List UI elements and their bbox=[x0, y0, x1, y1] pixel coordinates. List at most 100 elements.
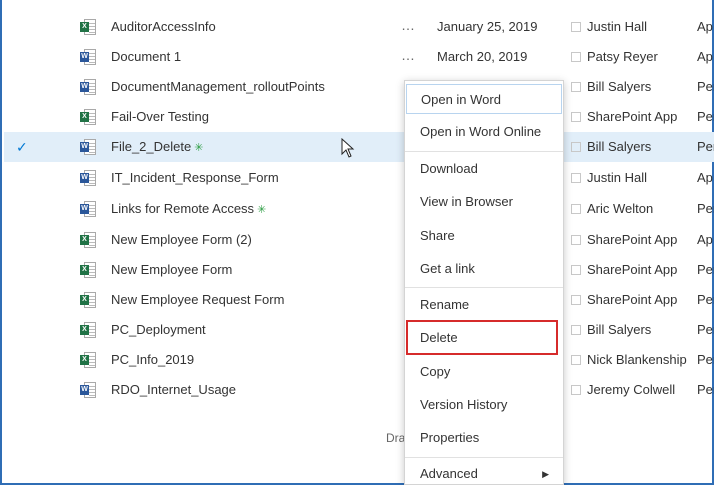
author-presence-icon bbox=[571, 355, 581, 365]
menu-item-label: Share bbox=[420, 228, 455, 243]
file-row[interactable]: X PC_Info_2019 Nick Blankenship Per bbox=[4, 345, 714, 375]
sharing-column: Per bbox=[697, 382, 714, 397]
context-menu: Open in Word Open in Word Online Downloa… bbox=[404, 80, 564, 485]
sharing-column: Ap bbox=[697, 232, 713, 247]
more-actions-button[interactable]: … bbox=[401, 17, 416, 33]
file-row[interactable]: X New Employee Request Form SharePoint A… bbox=[4, 285, 714, 315]
menu-item-open-in-word[interactable]: Open in Word bbox=[406, 84, 562, 114]
author-presence-icon bbox=[571, 82, 581, 92]
file-row[interactable]: W RDO_Internet_Usage Jeremy Colwell Per bbox=[4, 375, 714, 405]
file-name[interactable]: AuditorAccessInfo bbox=[111, 19, 216, 34]
author-name: Justin Hall bbox=[587, 170, 647, 185]
file-name-link[interactable]: New Employee Form (2) bbox=[111, 232, 252, 247]
file-name-link[interactable]: IT_Incident_Response_Form bbox=[111, 170, 279, 185]
sharing-column: Per bbox=[697, 352, 714, 367]
file-badge: X bbox=[80, 265, 89, 275]
file-name-link[interactable]: New Employee Request Form bbox=[111, 292, 284, 307]
sharing-column: Per bbox=[697, 322, 714, 337]
sharing-column: Ap bbox=[697, 19, 713, 34]
file-name-link[interactable]: RDO_Internet_Usage bbox=[111, 382, 236, 397]
menu-item-advanced[interactable]: Advanced ▶ bbox=[405, 459, 563, 484]
file-name[interactable]: New Employee Form bbox=[111, 262, 232, 277]
excel-file-icon: X bbox=[80, 352, 96, 368]
sharing-column: Per bbox=[697, 139, 714, 154]
file-row[interactable]: X PC_Deployment Bill Salyers Per bbox=[4, 315, 714, 345]
more-actions-button[interactable]: … bbox=[401, 47, 416, 63]
menu-separator bbox=[405, 151, 563, 152]
modified-by: Aric Welton bbox=[571, 201, 653, 216]
file-name-link[interactable]: File_2_Delete ✳ bbox=[111, 139, 203, 154]
file-badge: X bbox=[80, 235, 89, 245]
file-name[interactable]: File_2_Delete bbox=[111, 139, 191, 154]
file-row[interactable]: W Document 1 … March 20, 2019 Patsy Reye… bbox=[4, 42, 714, 72]
file-name[interactable]: RDO_Internet_Usage bbox=[111, 382, 236, 397]
menu-item-label: Version History bbox=[420, 397, 508, 412]
file-name-link[interactable]: PC_Info_2019 bbox=[111, 352, 194, 367]
drag-hint-text: Drag bbox=[386, 431, 406, 445]
menu-item-label: Advanced bbox=[420, 466, 478, 481]
new-item-icon: ✳ bbox=[257, 204, 267, 216]
file-row[interactable]: W DocumentManagement_rolloutPoints Bill … bbox=[4, 72, 714, 102]
menu-item-label: Open in Word Online bbox=[420, 124, 542, 139]
file-name-link[interactable]: AuditorAccessInfo bbox=[111, 19, 216, 34]
file-name[interactable]: PC_Info_2019 bbox=[111, 352, 194, 367]
sharing-column: Ap bbox=[697, 49, 713, 64]
menu-item-share[interactable]: Share bbox=[405, 221, 563, 251]
menu-item-properties[interactable]: Properties bbox=[405, 423, 563, 453]
menu-item-view-in-browser[interactable]: View in Browser bbox=[405, 187, 563, 217]
file-row-selected[interactable]: ✓ W File_2_Delete✳ Bill Salyers Per bbox=[4, 132, 714, 162]
menu-item-version-history[interactable]: Version History bbox=[405, 390, 563, 420]
menu-item-get-a-link[interactable]: Get a link bbox=[405, 254, 563, 284]
file-badge: W bbox=[80, 204, 89, 214]
author-presence-icon bbox=[571, 325, 581, 335]
file-name[interactable]: PC_Deployment bbox=[111, 322, 206, 337]
author-presence-icon bbox=[571, 52, 581, 62]
excel-file-icon: X bbox=[80, 322, 96, 338]
file-name-link[interactable]: New Employee Form bbox=[111, 262, 232, 277]
file-row[interactable]: X AuditorAccessInfo … January 25, 2019 J… bbox=[4, 12, 714, 42]
file-row[interactable]: X New Employee Form (2) SharePoint App A… bbox=[4, 225, 714, 255]
menu-item-copy[interactable]: Copy bbox=[405, 357, 563, 387]
author-name: SharePoint App bbox=[587, 262, 678, 277]
file-name-link[interactable]: Document 1 bbox=[111, 49, 181, 64]
file-name[interactable]: Fail-Over Testing bbox=[111, 109, 209, 124]
author-presence-icon bbox=[571, 385, 581, 395]
file-name[interactable]: New Employee Form (2) bbox=[111, 232, 252, 247]
file-badge: X bbox=[80, 22, 89, 32]
file-row[interactable]: W IT_Incident_Response_Form Justin Hall … bbox=[4, 163, 714, 193]
excel-file-icon: X bbox=[80, 292, 96, 308]
menu-item-open-in-word-online[interactable]: Open in Word Online bbox=[405, 117, 563, 147]
row-selected-check-icon[interactable]: ✓ bbox=[16, 140, 30, 154]
modified-by: Justin Hall bbox=[571, 170, 647, 185]
file-name[interactable]: New Employee Request Form bbox=[111, 292, 284, 307]
file-name-link[interactable]: Links for Remote Access ✳ bbox=[111, 201, 266, 216]
file-badge: X bbox=[80, 325, 89, 335]
file-badge: W bbox=[80, 82, 89, 92]
file-name[interactable]: Links for Remote Access bbox=[111, 201, 254, 216]
menu-separator bbox=[405, 457, 563, 458]
author-presence-icon bbox=[571, 173, 581, 183]
menu-item-label: View in Browser bbox=[420, 194, 513, 209]
document-library-frame: X AuditorAccessInfo … January 25, 2019 J… bbox=[0, 0, 714, 485]
menu-item-rename[interactable]: Rename bbox=[405, 290, 563, 320]
modified-by: Justin Hall bbox=[571, 19, 647, 34]
menu-item-label: Open in Word bbox=[421, 92, 501, 107]
file-name-link[interactable]: Fail-Over Testing bbox=[111, 109, 209, 124]
menu-item-download[interactable]: Download bbox=[405, 154, 563, 184]
modified-by: Bill Salyers bbox=[571, 139, 651, 154]
author-presence-icon bbox=[571, 204, 581, 214]
author-name: Bill Salyers bbox=[587, 322, 652, 337]
file-name[interactable]: Document 1 bbox=[111, 49, 181, 64]
file-row[interactable]: W Links for Remote Access ✳ Aric Welton P… bbox=[4, 194, 714, 224]
file-row[interactable]: X Fail-Over Testing SharePoint App Per bbox=[4, 102, 714, 132]
modified-date: March 20, 2019 bbox=[437, 49, 528, 64]
word-file-icon: W bbox=[80, 170, 96, 186]
author-presence-icon bbox=[571, 112, 581, 122]
mouse-pointer-icon bbox=[341, 138, 355, 158]
file-name[interactable]: IT_Incident_Response_Form bbox=[111, 170, 279, 185]
file-name-link[interactable]: DocumentManagement_rolloutPoints bbox=[111, 79, 325, 94]
file-name-link[interactable]: PC_Deployment bbox=[111, 322, 206, 337]
file-row[interactable]: X New Employee Form SharePoint App Per bbox=[4, 255, 714, 285]
menu-item-label: Properties bbox=[420, 430, 480, 445]
file-name[interactable]: DocumentManagement_rolloutPoints bbox=[111, 79, 325, 94]
